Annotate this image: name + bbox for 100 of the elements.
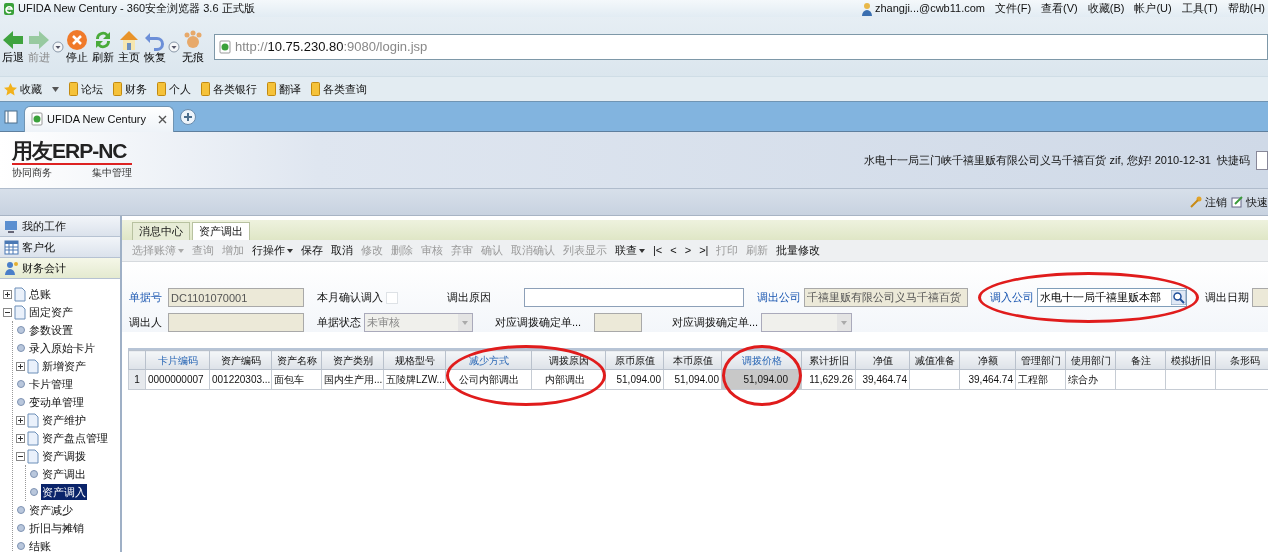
toolbar-button[interactable]: 保存 (297, 242, 327, 259)
tree-item[interactable]: 新增资产 (41, 357, 87, 375)
tab[interactable]: 消息中心 (132, 222, 190, 240)
expand-icon[interactable] (16, 433, 25, 443)
toolbar-button[interactable]: >| (695, 242, 713, 259)
table-cell[interactable]: 11,629.26 (801, 369, 856, 390)
column-header[interactable]: 累计折旧 (801, 350, 856, 370)
sidebar-section[interactable]: 财务会计 (0, 258, 120, 279)
column-header[interactable]: 资产类别 (321, 350, 384, 370)
column-header[interactable]: 原币原值 (605, 350, 664, 370)
text-field[interactable] (524, 288, 744, 307)
table-cell[interactable]: 国内生产用... (321, 369, 384, 390)
table-cell[interactable]: 39,464.74 (855, 369, 910, 390)
sidebar-section[interactable]: 客户化 (0, 237, 120, 258)
menu-item[interactable]: 查看(V) (1041, 0, 1078, 17)
tab[interactable]: 资产调出 (192, 222, 250, 240)
table-cell[interactable] (1165, 369, 1216, 390)
tree-item[interactable]: 资产盘点管理 (41, 429, 109, 447)
toolbar-button[interactable]: 联查 (611, 242, 649, 259)
column-header[interactable]: 备注 (1115, 350, 1166, 370)
tree-item[interactable]: 结账 (28, 537, 52, 552)
toolbar-button[interactable]: 行操作 (248, 242, 297, 259)
table-cell[interactable]: 001220303... (209, 369, 272, 390)
table-cell[interactable]: 工程部 (1015, 369, 1066, 390)
collapse-icon[interactable] (3, 307, 12, 317)
menu-item[interactable]: 帐户(U) (1134, 0, 1172, 17)
tree-item[interactable]: 录入原始卡片 (28, 339, 96, 357)
column-header[interactable]: 使用部门 (1065, 350, 1116, 370)
column-header[interactable]: 减值准备 (909, 350, 960, 370)
column-header[interactable]: 条形码 (1215, 350, 1268, 370)
restore-button[interactable]: 恢复 (142, 28, 168, 65)
expand-icon[interactable] (3, 289, 12, 299)
column-header[interactable]: 资产名称 (271, 350, 322, 370)
column-header[interactable]: 本币原值 (663, 350, 722, 370)
menu-item[interactable]: 工具(T) (1181, 0, 1218, 17)
user-account[interactable]: zhangji...@cwb11.com (875, 0, 985, 17)
sidebar-section[interactable]: 我的工作 (0, 216, 120, 237)
menu-item[interactable]: 收藏(B) (1087, 0, 1125, 17)
tree-item[interactable]: 参数设置 (28, 321, 74, 339)
tree-item[interactable]: 变动单管理 (28, 393, 85, 411)
tree-item[interactable]: 资产减少 (28, 501, 74, 519)
collapse-icon[interactable] (16, 451, 25, 461)
home-button[interactable]: 主页 (116, 28, 142, 65)
bookmark-item[interactable]: 个人 (157, 80, 191, 98)
lookup-field[interactable]: 水电十一局千禧里贩本部 (1037, 288, 1187, 307)
address-bar[interactable]: http://10.75.230.80:9080/login.jsp (214, 33, 1268, 60)
table-cell[interactable] (909, 369, 960, 390)
table-cell[interactable]: 0000000007 (145, 369, 210, 390)
tree-item[interactable]: 资产维护 (41, 411, 87, 429)
table-cell[interactable]: 综合办 (1065, 369, 1116, 390)
column-header[interactable]: 净值 (855, 350, 910, 370)
checkbox[interactable] (386, 291, 398, 304)
expand-icon[interactable] (16, 415, 25, 425)
column-header[interactable]: 调拨价格 (721, 350, 802, 370)
toolbar-button[interactable]: > (680, 242, 696, 259)
table-cell[interactable]: 51,094.00 (663, 369, 722, 390)
action-link[interactable]: 注销 (1190, 193, 1227, 211)
table-cell[interactable]: 公司内部调出 (445, 369, 532, 390)
column-header[interactable]: 资产编码 (209, 350, 272, 370)
bookmark-item[interactable]: 各类银行 (201, 80, 257, 98)
bookmark-item[interactable]: 收藏 (4, 80, 42, 98)
column-header[interactable]: 减少方式 (445, 350, 532, 370)
tree-item[interactable]: 固定资产 (28, 303, 74, 321)
toolbar-button[interactable]: 批量修改 (772, 242, 825, 259)
tree-item[interactable]: 折旧与摊销 (28, 519, 85, 537)
stop-button[interactable]: 停止 (64, 28, 90, 65)
menu-item[interactable]: 文件(F) (995, 0, 1032, 17)
bookmark-item[interactable]: 翻译 (267, 80, 301, 98)
column-header[interactable]: 规格型号 (383, 350, 446, 370)
bookmark-item[interactable]: 各类查询 (311, 80, 367, 98)
column-header[interactable]: 调拨原因 (531, 350, 606, 370)
column-header[interactable]: 卡片编码 (145, 350, 210, 370)
table-cell[interactable]: 51,094.00 (605, 369, 664, 390)
table-cell[interactable]: 五陵牌LZW... (383, 369, 446, 390)
bookmark-item[interactable]: 论坛 (69, 80, 103, 98)
column-header[interactable]: 净额 (959, 350, 1016, 370)
tree-item[interactable]: 卡片管理 (28, 375, 74, 393)
menu-item[interactable]: 帮助(H) (1227, 0, 1265, 17)
action-link[interactable]: 快速 (1231, 193, 1268, 211)
tree-item[interactable]: 资产调出 (41, 465, 87, 483)
table-cell[interactable] (1115, 369, 1166, 390)
tree-item[interactable]: 资产调入 (41, 483, 87, 501)
new-tab-button[interactable] (180, 107, 196, 126)
browser-tab[interactable]: UFIDA New Century (24, 105, 174, 132)
column-header[interactable]: 模拟折旧 (1165, 350, 1216, 370)
tree-item[interactable]: 资产调拨 (41, 447, 87, 465)
incognito-button[interactable]: 无痕 (180, 28, 206, 65)
table-cell[interactable]: 39,464.74 (959, 369, 1016, 390)
table-cell[interactable]: 内部调出 (531, 369, 606, 390)
back-button[interactable]: 后退 (0, 28, 26, 65)
shortcut-field[interactable] (1256, 150, 1268, 170)
table-cell[interactable]: 面包车 (271, 369, 322, 390)
toolbar-button[interactable]: 取消 (327, 242, 357, 259)
toolbar-button[interactable]: |< (649, 242, 667, 259)
expand-icon[interactable] (16, 361, 25, 371)
refresh-button[interactable]: 刷新 (90, 28, 116, 65)
tree-item[interactable]: 总账 (28, 285, 52, 303)
bookmark-item[interactable]: 财务 (113, 80, 147, 98)
toolbar-button[interactable]: < (666, 242, 681, 259)
column-header[interactable]: 管理部门 (1015, 350, 1066, 370)
